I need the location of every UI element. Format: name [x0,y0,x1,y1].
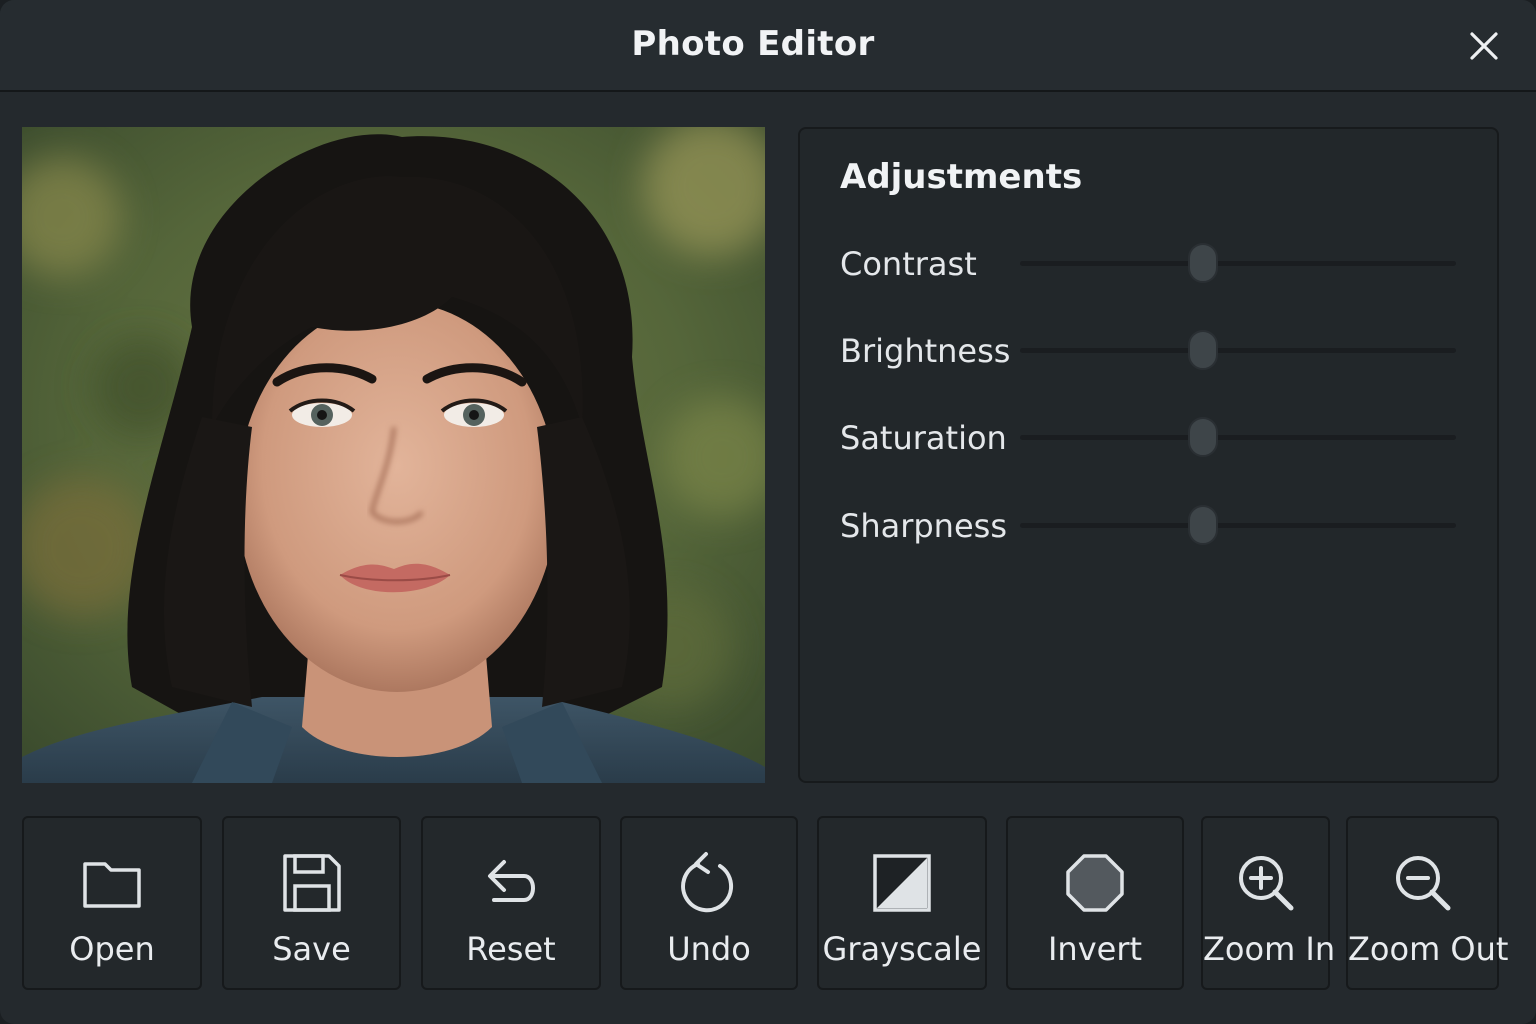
zoom-in-icon [1238,856,1293,911]
slider-track [1020,435,1456,440]
slider-track [1020,348,1456,353]
folder-icon [83,862,141,908]
photo-editor-window: Photo Editor Adjustments Contrast Bright… [0,0,1536,1024]
close-button[interactable] [1466,28,1502,64]
sharpness-row: Sharpness [840,495,1460,555]
slider-thumb[interactable] [1188,505,1219,545]
reset-button[interactable]: Reset [421,816,601,990]
slider-thumb[interactable] [1188,330,1219,370]
zoom-in-button[interactable]: Zoom In [1201,816,1336,990]
contrast-slider[interactable] [1020,243,1456,283]
brightness-row: Brightness [840,320,1460,380]
adjustments-panel: Adjustments Contrast Brightness Saturati… [798,127,1499,783]
undo-label: Undo [667,930,751,968]
close-icon [1470,32,1498,60]
undo-button[interactable]: Undo [620,816,798,990]
save-label: Save [272,930,351,968]
reset-label: Reset [466,930,556,968]
window-title: Photo Editor [631,24,875,64]
grayscale-button[interactable]: Grayscale [817,816,987,990]
invert-button[interactable]: Invert [1006,816,1184,990]
adjustments-title: Adjustments [840,157,1083,197]
zoom-out-button[interactable]: Zoom Out [1346,816,1509,990]
saturation-row: Saturation [840,407,1460,467]
grayscale-label: Grayscale [822,930,982,968]
zoom-in-label: Zoom In [1203,930,1336,968]
floppy-disk-icon [282,854,341,912]
title-bar: Photo Editor [0,0,1536,92]
save-button[interactable]: Save [222,816,401,990]
contrast-label: Contrast [840,245,977,283]
invert-label: Invert [1047,930,1143,968]
reset-arrow-icon [488,860,535,902]
brightness-label: Brightness [840,332,1011,370]
grayscale-icon [873,854,931,912]
zoom-out-icon [1395,856,1450,911]
octagon-icon [1066,854,1124,912]
slider-thumb[interactable] [1188,417,1219,457]
portrait-photo [22,127,765,783]
zoom-out-label: Zoom Out [1348,930,1509,968]
slider-track [1020,523,1456,528]
slider-track [1020,261,1456,266]
sharpness-slider[interactable] [1020,505,1456,545]
photo-canvas[interactable] [22,127,765,783]
saturation-label: Saturation [840,419,1007,457]
slider-thumb[interactable] [1188,243,1219,283]
contrast-row: Contrast [840,233,1460,293]
sharpness-label: Sharpness [840,507,1007,545]
undo-icon [681,852,734,913]
saturation-slider[interactable] [1020,417,1456,457]
open-label: Open [69,930,155,968]
brightness-slider[interactable] [1020,330,1456,370]
open-button[interactable]: Open [22,816,202,990]
